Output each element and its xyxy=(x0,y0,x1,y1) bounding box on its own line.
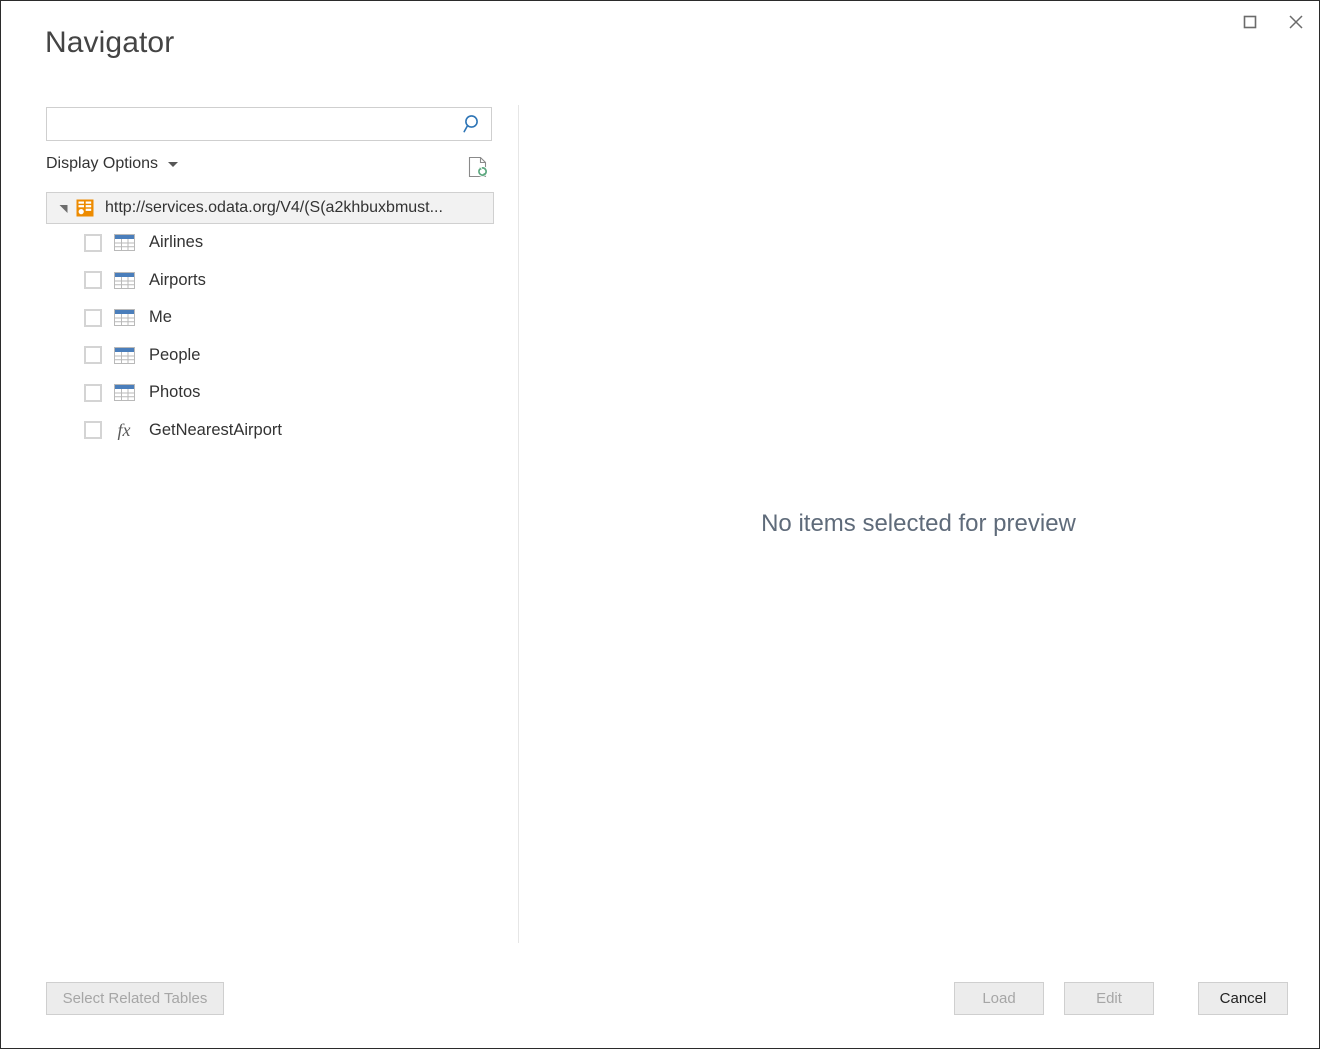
page-title: Navigator xyxy=(45,28,174,58)
cancel-button[interactable]: Cancel xyxy=(1198,982,1288,1015)
tree-item-label: Airlines xyxy=(149,233,203,252)
display-options-row: Display Options xyxy=(46,155,494,183)
tree-item-checkbox[interactable] xyxy=(84,271,102,289)
refresh-page-icon xyxy=(465,155,491,181)
tree-item[interactable]: Photos xyxy=(46,374,494,412)
table-icon xyxy=(113,234,135,252)
tree-item-checkbox[interactable] xyxy=(84,309,102,327)
tree-item-label: People xyxy=(149,346,200,365)
triangle-expanded-icon[interactable] xyxy=(55,200,71,216)
tree-item-label: Airports xyxy=(149,271,206,290)
navigation-tree: http://services.odata.org/V4/(S(a2khbuxb… xyxy=(46,192,494,449)
tree-item[interactable]: fx GetNearestAirport xyxy=(46,412,494,450)
tree-item-checkbox[interactable] xyxy=(84,234,102,252)
table-icon xyxy=(113,384,135,402)
navigator-dialog: Navigator Display Options xyxy=(0,0,1320,1049)
search-icon[interactable] xyxy=(462,113,484,135)
tree-item[interactable]: Me xyxy=(46,299,494,337)
dialog-footer: Select Related Tables Load Edit Cancel xyxy=(1,941,1319,1048)
refresh-button[interactable] xyxy=(465,155,491,181)
preview-pane: No items selected for preview xyxy=(519,105,1318,943)
tree-root-node[interactable]: http://services.odata.org/V4/(S(a2khbuxb… xyxy=(46,192,494,224)
load-button[interactable]: Load xyxy=(954,982,1044,1015)
maximize-icon xyxy=(1242,14,1258,30)
tree-item[interactable]: Airlines xyxy=(46,224,494,262)
maximize-button[interactable] xyxy=(1227,1,1273,43)
tree-item[interactable]: People xyxy=(46,337,494,375)
table-icon xyxy=(113,346,135,364)
odata-feed-icon xyxy=(76,199,94,217)
display-options-dropdown[interactable]: Display Options xyxy=(46,155,178,173)
left-pane: Display Options xyxy=(46,107,494,449)
window-controls xyxy=(1227,1,1319,43)
search-box[interactable] xyxy=(46,107,492,141)
search-input[interactable] xyxy=(47,108,457,140)
tree-item-label: Photos xyxy=(149,383,200,402)
tree-item-checkbox[interactable] xyxy=(84,421,102,439)
edit-button[interactable]: Edit xyxy=(1064,982,1154,1015)
tree-item-checkbox[interactable] xyxy=(84,346,102,364)
preview-empty-message: No items selected for preview xyxy=(761,510,1076,538)
close-icon xyxy=(1287,13,1305,31)
table-icon xyxy=(113,271,135,289)
select-related-tables-button[interactable]: Select Related Tables xyxy=(46,982,224,1015)
tree-item-label: Me xyxy=(149,308,172,327)
display-options-label: Display Options xyxy=(46,155,158,173)
function-fx-icon: fx xyxy=(113,421,135,439)
tree-root-label: http://services.odata.org/V4/(S(a2khbuxb… xyxy=(105,199,443,217)
close-button[interactable] xyxy=(1273,1,1319,43)
chevron-down-icon xyxy=(168,162,178,167)
tree-item-label: GetNearestAirport xyxy=(149,421,282,440)
table-icon xyxy=(113,309,135,327)
tree-item[interactable]: Airports xyxy=(46,262,494,300)
tree-item-checkbox[interactable] xyxy=(84,384,102,402)
